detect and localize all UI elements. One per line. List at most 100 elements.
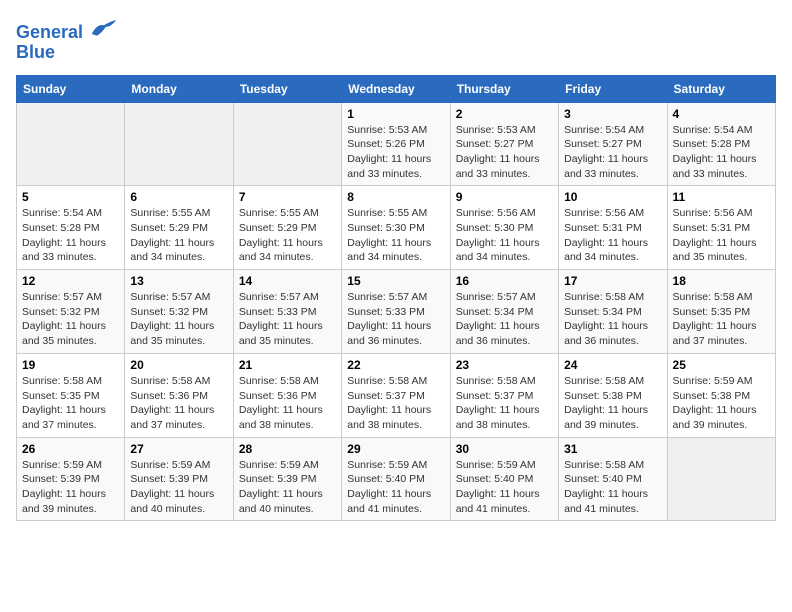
weekday-header-tuesday: Tuesday [233,75,341,102]
day-info: Sunrise: 5:56 AM Sunset: 5:31 PM Dayligh… [673,206,770,265]
day-info: Sunrise: 5:58 AM Sunset: 5:34 PM Dayligh… [564,290,661,349]
calendar-cell: 31 Sunrise: 5:58 AM Sunset: 5:40 PM Dayli… [559,437,667,521]
logo: General Blue [16,16,118,63]
calendar-table: SundayMondayTuesdayWednesdayThursdayFrid… [16,75,776,522]
day-number: 9 [456,190,553,204]
day-number: 13 [130,274,227,288]
day-info: Sunrise: 5:59 AM Sunset: 5:40 PM Dayligh… [456,458,553,517]
day-info: Sunrise: 5:53 AM Sunset: 5:27 PM Dayligh… [456,123,553,182]
day-number: 23 [456,358,553,372]
day-number: 31 [564,442,661,456]
day-info: Sunrise: 5:54 AM Sunset: 5:28 PM Dayligh… [673,123,770,182]
day-number: 22 [347,358,444,372]
day-info: Sunrise: 5:57 AM Sunset: 5:32 PM Dayligh… [130,290,227,349]
week-row-2: 5 Sunrise: 5:54 AM Sunset: 5:28 PM Daylig… [17,186,776,270]
calendar-cell: 6 Sunrise: 5:55 AM Sunset: 5:29 PM Daylig… [125,186,233,270]
calendar-cell: 2 Sunrise: 5:53 AM Sunset: 5:27 PM Daylig… [450,102,558,186]
calendar-cell: 22 Sunrise: 5:58 AM Sunset: 5:37 PM Dayli… [342,353,450,437]
calendar-cell [125,102,233,186]
day-info: Sunrise: 5:55 AM Sunset: 5:29 PM Dayligh… [130,206,227,265]
calendar-cell: 20 Sunrise: 5:58 AM Sunset: 5:36 PM Dayli… [125,353,233,437]
calendar-cell: 9 Sunrise: 5:56 AM Sunset: 5:30 PM Daylig… [450,186,558,270]
calendar-cell: 14Sunrise: 5:57 AM Sunset: 5:33 PM Dayli… [233,270,341,354]
day-info: Sunrise: 5:55 AM Sunset: 5:30 PM Dayligh… [347,206,444,265]
day-info: Sunrise: 5:58 AM Sunset: 5:40 PM Dayligh… [564,458,661,517]
day-number: 30 [456,442,553,456]
day-number: 21 [239,358,336,372]
calendar-cell: 7 Sunrise: 5:55 AM Sunset: 5:29 PM Daylig… [233,186,341,270]
logo-blue: Blue [16,42,55,62]
day-number: 15 [347,274,444,288]
week-row-3: 12Sunrise: 5:57 AM Sunset: 5:32 PM Dayli… [17,270,776,354]
logo-text: General Blue [16,16,118,63]
day-number: 17 [564,274,661,288]
day-number: 3 [564,107,661,121]
day-number: 5 [22,190,119,204]
weekday-header-sunday: Sunday [17,75,125,102]
calendar-cell: 18 Sunrise: 5:58 AM Sunset: 5:35 PM Dayli… [667,270,775,354]
day-info: Sunrise: 5:58 AM Sunset: 5:37 PM Dayligh… [347,374,444,433]
day-info: Sunrise: 5:58 AM Sunset: 5:36 PM Dayligh… [239,374,336,433]
day-number: 8 [347,190,444,204]
week-row-1: 1 Sunrise: 5:53 AM Sunset: 5:26 PM Daylig… [17,102,776,186]
day-number: 10 [564,190,661,204]
calendar-cell: 3 Sunrise: 5:54 AM Sunset: 5:27 PM Daylig… [559,102,667,186]
calendar-cell: 29 Sunrise: 5:59 AM Sunset: 5:40 PM Dayli… [342,437,450,521]
calendar-cell: 16 Sunrise: 5:57 AM Sunset: 5:34 PM Dayli… [450,270,558,354]
day-number: 25 [673,358,770,372]
day-info: Sunrise: 5:54 AM Sunset: 5:28 PM Dayligh… [22,206,119,265]
day-number: 29 [347,442,444,456]
day-number: 14 [239,274,336,288]
weekday-header-monday: Monday [125,75,233,102]
page-header: General Blue [16,16,776,63]
day-info: Sunrise: 5:59 AM Sunset: 5:40 PM Dayligh… [347,458,444,517]
logo-bird-icon [90,16,118,38]
calendar-cell: 12Sunrise: 5:57 AM Sunset: 5:32 PM Dayli… [17,270,125,354]
day-number: 16 [456,274,553,288]
day-number: 11 [673,190,770,204]
calendar-cell: 25 Sunrise: 5:59 AM Sunset: 5:38 PM Dayli… [667,353,775,437]
day-info: Sunrise: 5:56 AM Sunset: 5:30 PM Dayligh… [456,206,553,265]
calendar-cell [233,102,341,186]
calendar-cell [667,437,775,521]
day-info: Sunrise: 5:58 AM Sunset: 5:37 PM Dayligh… [456,374,553,433]
calendar-cell: 1 Sunrise: 5:53 AM Sunset: 5:26 PM Daylig… [342,102,450,186]
day-info: Sunrise: 5:58 AM Sunset: 5:35 PM Dayligh… [22,374,119,433]
week-row-5: 26 Sunrise: 5:59 AM Sunset: 5:39 PM Dayli… [17,437,776,521]
day-info: Sunrise: 5:53 AM Sunset: 5:26 PM Dayligh… [347,123,444,182]
day-info: Sunrise: 5:55 AM Sunset: 5:29 PM Dayligh… [239,206,336,265]
day-info: Sunrise: 5:59 AM Sunset: 5:39 PM Dayligh… [239,458,336,517]
day-info: Sunrise: 5:59 AM Sunset: 5:38 PM Dayligh… [673,374,770,433]
calendar-header-row: SundayMondayTuesdayWednesdayThursdayFrid… [17,75,776,102]
day-number: 24 [564,358,661,372]
day-number: 1 [347,107,444,121]
day-info: Sunrise: 5:57 AM Sunset: 5:33 PM Dayligh… [347,290,444,349]
day-number: 19 [22,358,119,372]
day-info: Sunrise: 5:58 AM Sunset: 5:36 PM Dayligh… [130,374,227,433]
calendar-cell: 8 Sunrise: 5:55 AM Sunset: 5:30 PM Daylig… [342,186,450,270]
day-info: Sunrise: 5:54 AM Sunset: 5:27 PM Dayligh… [564,123,661,182]
weekday-header-friday: Friday [559,75,667,102]
calendar-cell: 15 Sunrise: 5:57 AM Sunset: 5:33 PM Dayli… [342,270,450,354]
day-number: 26 [22,442,119,456]
day-info: Sunrise: 5:58 AM Sunset: 5:35 PM Dayligh… [673,290,770,349]
day-info: Sunrise: 5:59 AM Sunset: 5:39 PM Dayligh… [22,458,119,517]
day-number: 28 [239,442,336,456]
calendar-cell: 11 Sunrise: 5:56 AM Sunset: 5:31 PM Dayli… [667,186,775,270]
day-info: Sunrise: 5:57 AM Sunset: 5:34 PM Dayligh… [456,290,553,349]
day-number: 2 [456,107,553,121]
weekday-header-thursday: Thursday [450,75,558,102]
calendar-cell: 13 Sunrise: 5:57 AM Sunset: 5:32 PM Dayli… [125,270,233,354]
day-number: 20 [130,358,227,372]
logo-general: General [16,22,83,42]
calendar-cell: 26 Sunrise: 5:59 AM Sunset: 5:39 PM Dayli… [17,437,125,521]
day-info: Sunrise: 5:57 AM Sunset: 5:32 PM Dayligh… [22,290,119,349]
calendar-cell [17,102,125,186]
calendar-cell: 30 Sunrise: 5:59 AM Sunset: 5:40 PM Dayli… [450,437,558,521]
day-number: 7 [239,190,336,204]
day-number: 6 [130,190,227,204]
day-number: 18 [673,274,770,288]
calendar-cell: 23 Sunrise: 5:58 AM Sunset: 5:37 PM Dayli… [450,353,558,437]
calendar-cell: 4Sunrise: 5:54 AM Sunset: 5:28 PM Daylig… [667,102,775,186]
calendar-cell: 21 Sunrise: 5:58 AM Sunset: 5:36 PM Dayli… [233,353,341,437]
